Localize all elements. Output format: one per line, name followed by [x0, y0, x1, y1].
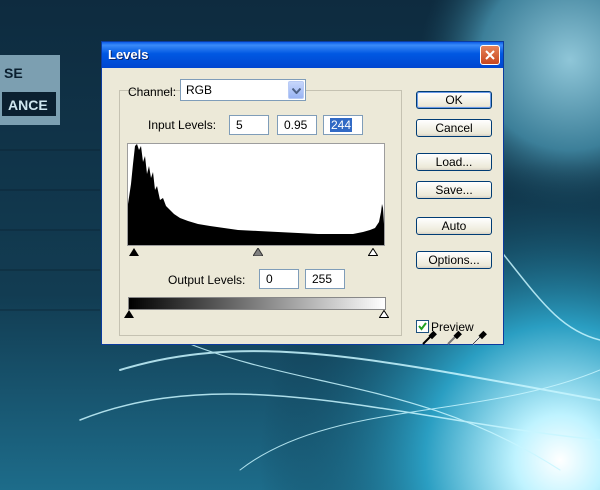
channel-value: RGB	[186, 83, 213, 97]
output-black-slider[interactable]	[124, 310, 134, 318]
channel-dropdown-button[interactable]	[288, 81, 304, 99]
poster-text-2: ANCE	[8, 97, 48, 113]
output-white-value: 255	[312, 272, 333, 286]
dialog-titlebar[interactable]: Levels	[102, 42, 503, 68]
output-black-value: 0	[266, 272, 273, 286]
dropdown-arrow-icon	[292, 88, 301, 94]
poster-text-1: SE	[4, 65, 23, 81]
preview-label[interactable]: Preview	[431, 320, 474, 334]
input-white-slider[interactable]	[368, 248, 378, 256]
channel-select[interactable]: RGB	[180, 79, 306, 101]
output-levels-label: Output Levels:	[168, 273, 246, 287]
output-gradient-bar	[128, 297, 386, 310]
options-button[interactable]: Options...	[416, 251, 492, 269]
input-white-field[interactable]: 244	[323, 115, 363, 135]
histogram-graph	[128, 144, 384, 245]
dialog-title: Levels	[108, 47, 149, 62]
output-white-field[interactable]: 255	[305, 269, 345, 289]
input-levels-label: Input Levels:	[148, 118, 217, 132]
close-button[interactable]	[480, 45, 500, 65]
input-black-value: 5	[236, 118, 243, 132]
preview-checkbox[interactable]	[416, 320, 429, 333]
output-white-slider[interactable]	[379, 310, 389, 318]
input-gamma-field[interactable]: 0.95	[277, 115, 317, 135]
input-gamma-slider[interactable]	[253, 248, 263, 256]
output-black-field[interactable]: 0	[259, 269, 299, 289]
histogram	[127, 143, 385, 246]
levels-dialog: Levels Channel: RGB Input Levels: 5 0.95…	[101, 41, 504, 345]
ok-button[interactable]: OK	[416, 91, 492, 109]
checkmark-icon	[418, 322, 427, 331]
load-button[interactable]: Load...	[416, 153, 492, 171]
input-black-slider[interactable]	[129, 248, 139, 256]
close-icon	[485, 50, 495, 60]
auto-button[interactable]: Auto	[416, 217, 492, 235]
save-button[interactable]: Save...	[416, 181, 492, 199]
cancel-button[interactable]: Cancel	[416, 119, 492, 137]
input-white-value: 244	[330, 118, 353, 132]
input-gamma-value: 0.95	[284, 118, 308, 132]
input-black-field[interactable]: 5	[229, 115, 269, 135]
channel-label: Channel:	[128, 85, 177, 99]
